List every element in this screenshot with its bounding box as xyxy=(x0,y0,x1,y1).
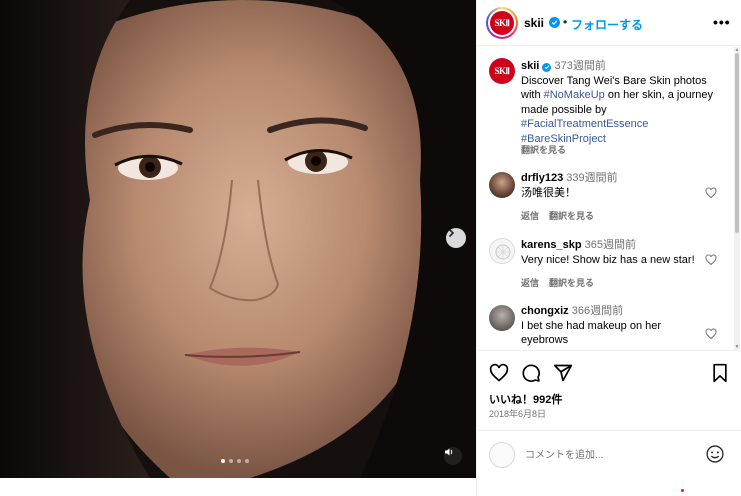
comment-avatar[interactable] xyxy=(489,238,515,264)
add-comment-bar xyxy=(477,430,741,478)
comment-text: chongxiz 366週間前 I bet she had makeup on … xyxy=(521,304,701,348)
post-actions: いいね！992件 2018年6月8日 xyxy=(477,350,741,430)
carousel-dot xyxy=(221,459,225,463)
see-translation-link[interactable]: 翻訳を見る xyxy=(521,143,566,156)
comment-input[interactable] xyxy=(525,446,695,464)
carousel-dot xyxy=(237,459,241,463)
like-heart-icon[interactable] xyxy=(489,363,509,383)
comment-text: karens_skp 365週間前 Very nice! Show biz ha… xyxy=(521,238,701,267)
comment-username[interactable]: karens_skp xyxy=(521,239,582,251)
comment-avatar[interactable] xyxy=(489,305,515,331)
see-translation-link[interactable]: 翻訳を見る xyxy=(549,276,594,289)
hashtag-link[interactable]: #FacialTreatmentEssence xyxy=(521,118,648,130)
post-date[interactable]: 2018年6月8日 xyxy=(489,407,546,420)
verified-icon xyxy=(542,62,552,72)
post-sidebar: SKⅡ skii • フォローする ••• SKⅡ skii 373週間前 Di… xyxy=(476,0,741,496)
carousel-dot xyxy=(245,459,249,463)
instagram-post-modal: SKⅡ skii • フォローする ••• SKⅡ skii 373週間前 Di… xyxy=(0,0,741,496)
see-translation-link[interactable]: 翻訳を見る xyxy=(549,209,594,222)
carousel-indicator xyxy=(221,459,249,463)
caption-username[interactable]: skii xyxy=(521,60,539,72)
reply-button[interactable]: 返信 xyxy=(521,276,539,289)
comments-scrollbar[interactable]: ▲ ▼ xyxy=(734,47,740,350)
reply-button[interactable]: 返信 xyxy=(521,209,539,222)
scroll-thumb[interactable] xyxy=(735,53,739,233)
post-photo[interactable] xyxy=(0,0,476,478)
share-icon[interactable] xyxy=(553,363,573,383)
heart-icon[interactable] xyxy=(705,254,717,266)
heart-icon[interactable] xyxy=(705,187,717,199)
comment-time[interactable]: 339週間前 xyxy=(566,172,617,184)
comment-body: I bet she had makeup on her eyebrows xyxy=(521,319,662,347)
comment-time[interactable]: 366週間前 xyxy=(572,305,623,317)
comment-icon[interactable] xyxy=(521,363,541,383)
comments-list[interactable]: SKⅡ skii 373週間前 Discover Tang Wei's Bare… xyxy=(477,47,741,350)
speaker-icon xyxy=(445,448,453,456)
caption-text: skii 373週間前 Discover Tang Wei's Bare Ski… xyxy=(521,59,721,146)
carousel-dot xyxy=(229,459,233,463)
current-user-avatar xyxy=(489,442,515,468)
comment-username[interactable]: chongxiz xyxy=(521,305,569,317)
likes-count[interactable]: いいね！992件 xyxy=(489,391,562,407)
comment-username[interactable]: drfly123 xyxy=(521,172,563,184)
more-options-button[interactable]: ••• xyxy=(713,14,731,30)
comment-text: drfly123 339週間前 汤唯很美！ xyxy=(521,171,701,200)
verified-icon xyxy=(549,17,560,28)
hashtag-link[interactable]: #NoMakeUp xyxy=(544,89,605,101)
chevron-right-icon xyxy=(448,228,455,238)
avatar[interactable]: SKⅡ xyxy=(490,11,514,35)
comment-avatar[interactable] xyxy=(489,172,515,198)
comment-time[interactable]: 365週間前 xyxy=(585,239,636,251)
comment-body: 汤唯很美！ xyxy=(521,186,576,199)
bookmark-icon[interactable] xyxy=(711,363,729,383)
caption-time[interactable]: 373週間前 xyxy=(554,60,605,72)
portrait-illustration xyxy=(0,0,476,478)
heart-icon[interactable] xyxy=(705,328,717,340)
header-separator: • xyxy=(563,15,568,29)
notification-dot xyxy=(681,489,684,492)
emoji-icon[interactable] xyxy=(705,444,725,464)
follow-button[interactable]: フォローする xyxy=(571,16,643,33)
post-username[interactable]: skii xyxy=(524,16,544,30)
audio-toggle-button[interactable] xyxy=(444,447,462,465)
next-photo-button[interactable] xyxy=(446,228,466,248)
caption-avatar[interactable]: SKⅡ xyxy=(489,58,515,84)
post-header: SKⅡ skii • フォローする ••• xyxy=(477,0,741,46)
comment-body: Very nice! Show biz has a new star! xyxy=(521,253,695,266)
